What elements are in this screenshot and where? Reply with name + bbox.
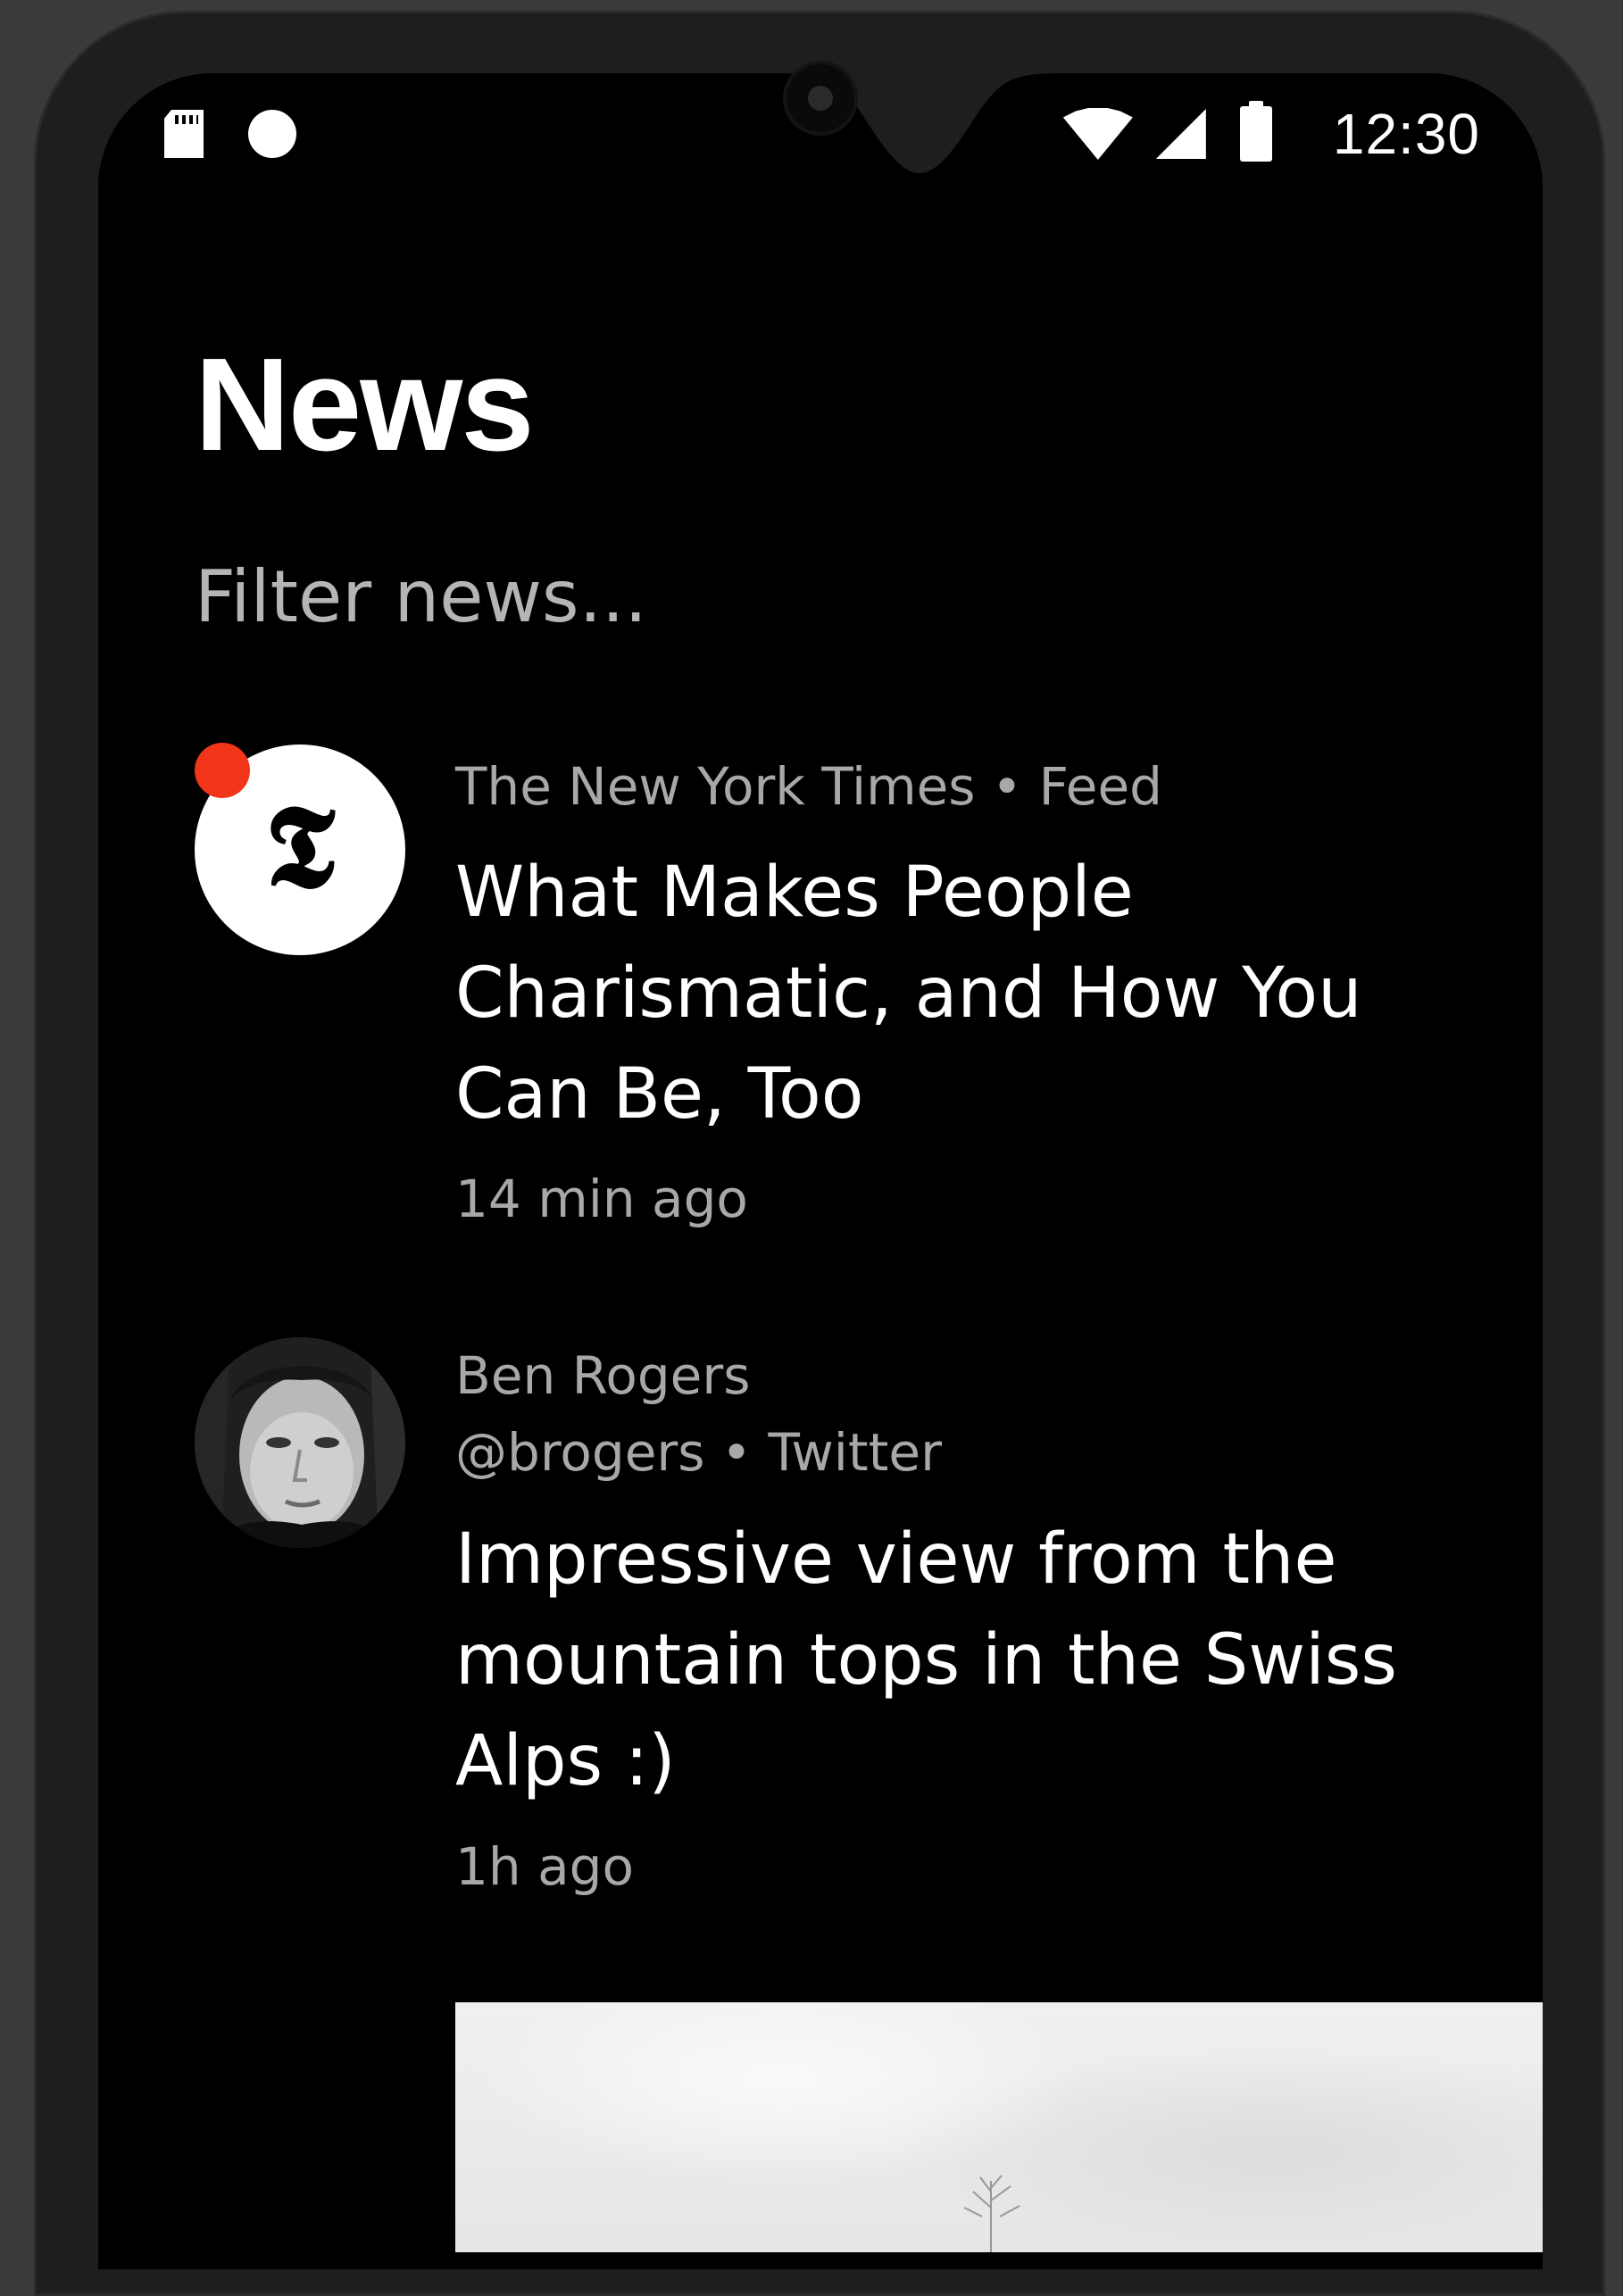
camera-lens [808,86,833,111]
item-headline: What Makes People Charismatic, and How Y… [455,853,1362,1135]
post-image[interactable] [455,2002,1543,2252]
wifi-icon [1062,108,1133,160]
status-bar-left [164,107,296,161]
sd-card-icon [164,110,204,158]
filter-news-input[interactable] [195,552,1266,641]
user-avatar-photo [195,1337,405,1548]
nyt-logo-icon: 𝕿 [264,780,336,914]
author-handle: @brogers • Twitter [455,1422,942,1483]
item-headline: Impressive view from the mountain tops i… [455,1519,1398,1801]
item-timestamp: 1h ago [455,1836,634,1897]
status-bar-right: 12:30 [1062,98,1480,170]
battery-icon [1239,101,1272,162]
cell-signal-icon [1155,109,1206,159]
feed-item-nyt[interactable]: 𝕿 The New York Times • Feed What Makes P… [0,743,1623,1243]
source-label: The New York Times • Feed [455,756,1162,817]
unread-indicator [195,743,250,798]
status-time: 12:30 [1332,102,1480,166]
author-name: Ben Rogers [455,1345,751,1406]
circle-notification-icon [248,110,296,158]
page-title: News [195,331,535,478]
item-timestamp: 14 min ago [455,1169,748,1229]
